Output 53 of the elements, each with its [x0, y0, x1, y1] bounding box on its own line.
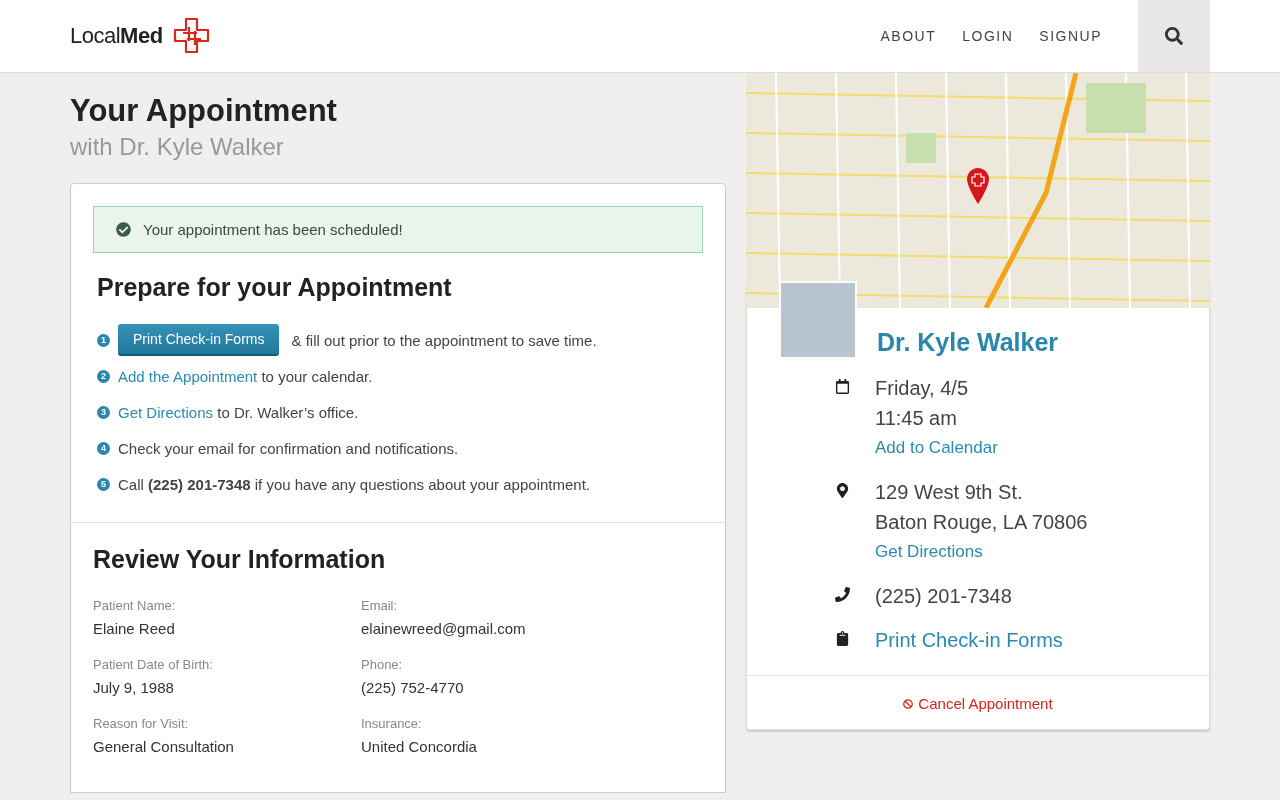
field-label: Insurance: [361, 716, 423, 731]
detail-link[interactable]: Print Check-in Forms [875, 625, 1063, 655]
detail-text: 11:45 am [875, 406, 958, 431]
nav-link[interactable]: SIGNUP [1039, 28, 1102, 44]
field-label: Reason for Visit: [93, 716, 190, 731]
step-number-badge: 1 [97, 333, 110, 347]
field-label: Phone: [361, 657, 404, 672]
location-icon [835, 483, 850, 498]
detail-link[interactable]: Get Directions [875, 537, 1088, 567]
logo-text: LocalMed [70, 23, 163, 49]
search-icon [1165, 27, 1183, 45]
detail-text: (225) 201-7348 [875, 584, 1012, 609]
search-button[interactable] [1138, 0, 1210, 72]
detail-text: Baton Rouge, LA 70806 [875, 510, 1088, 535]
clipboard-icon [835, 631, 850, 646]
field-value: July 9, 1988 [93, 679, 175, 696]
step-text: & fill out prior to the appointment to save time. [291, 331, 597, 349]
field-label: Patient Name: [93, 598, 177, 613]
step-number-badge: 5 [97, 477, 110, 491]
phone-icon [835, 587, 850, 602]
step-link[interactable]: Get Directions [118, 403, 214, 421]
step-number-badge: 2 [97, 369, 110, 383]
detail-link[interactable]: Add to Calendar [875, 433, 998, 463]
page-subtitle: with Dr. Kyle Walker [70, 133, 285, 161]
field-value: (225) 752-4770 [361, 679, 465, 696]
field-value: Elaine Reed [93, 620, 176, 637]
cancel-icon [903, 698, 914, 709]
doctor-name: Dr. Kyle Walker [877, 328, 1059, 358]
alert-text: Your appointment has been scheduled! [143, 221, 403, 238]
field-value: General Consultation [93, 738, 235, 755]
step-text: Get Directions to Dr. Walker’s office. [118, 403, 359, 421]
field-label: Email: [361, 598, 399, 613]
calendar-icon [835, 379, 850, 394]
map-pin-icon [967, 168, 989, 204]
step-link[interactable]: Add the Appointment [118, 367, 258, 385]
step-number-badge: 3 [97, 405, 110, 419]
detail-text: 129 West 9th St. [875, 480, 1024, 505]
step-text: Add the Appointment to your calendar. [118, 367, 373, 385]
section-heading: Review Your Information [93, 545, 387, 574]
print-forms-button[interactable]: Print Check-in Forms [118, 324, 280, 356]
step-text: Check your email for confirmation and notifications. [118, 439, 459, 457]
cancel-appointment-button[interactable]: Cancel Appointment [747, 675, 1209, 729]
nav-link[interactable]: LOGIN [962, 28, 1014, 44]
field-label: Patient Date of Birth: [93, 657, 214, 672]
field-value: elainewreed@gmail.com [361, 620, 527, 637]
field-value: United Concordia [361, 738, 478, 755]
step-text: Call (225) 201-7348 if you have any questions about your appointment. [118, 475, 590, 493]
page-title: Your Appointment [70, 93, 338, 129]
section-heading: Prepare for your Appointment [97, 273, 453, 302]
detail-text: Friday, 4/5 [875, 376, 969, 401]
step-number-badge: 4 [97, 441, 110, 455]
cross-logo-icon [172, 17, 211, 55]
nav-link[interactable]: ABOUT [880, 28, 937, 44]
